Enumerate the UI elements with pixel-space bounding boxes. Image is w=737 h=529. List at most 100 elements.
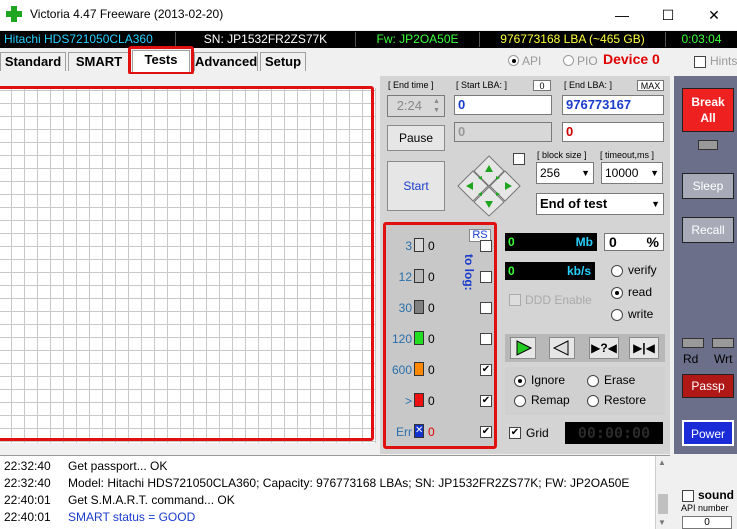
block-label: 600 (391, 363, 412, 377)
log-time: 22:40:01 (4, 493, 51, 507)
write-radio[interactable] (611, 309, 623, 321)
grid-checkbox[interactable]: ✔ (509, 427, 521, 439)
block-log-checkbox[interactable]: ✔ (480, 364, 492, 376)
log-message: SMART status = GOOD (68, 510, 196, 524)
block-row: 30 (386, 236, 496, 256)
block-color-bar (414, 362, 424, 376)
pause-button[interactable]: Pause (387, 125, 445, 151)
block-log-checkbox[interactable] (480, 333, 492, 345)
scroll-down-icon[interactable]: ▼ (658, 518, 666, 527)
percent-unit: % (646, 234, 659, 250)
block-label: 12 (398, 270, 412, 284)
tab-standard[interactable]: Standard (0, 52, 66, 71)
start-lba-counter[interactable]: 0 (533, 80, 551, 91)
rd-indicator (682, 338, 704, 348)
block-log-checkbox[interactable]: ✔ (480, 426, 492, 438)
close-button[interactable]: ✕ (691, 0, 737, 30)
api-number-field[interactable]: 0 (682, 516, 732, 529)
block-count: 0 (428, 332, 435, 346)
block-log-checkbox[interactable]: ✔ (480, 395, 492, 407)
timeout-select[interactable]: 10000 ▼ (601, 162, 663, 184)
wrt-label: Wrt (714, 352, 733, 366)
end-action-value: End of test (540, 196, 608, 211)
block-log-checkbox[interactable] (480, 302, 492, 314)
end-lba-field[interactable]: 976773167 (562, 95, 664, 115)
log-row: 22:40:01 Get S.M.A.R.T. command... OK (4, 492, 235, 509)
start-lba-field[interactable]: 0 (454, 95, 552, 115)
right-button-column: Break All Sleep Recall Rd Wrt Passp Power (674, 76, 737, 454)
kbs-readout: 0 kb/s (505, 262, 595, 280)
drive-firmware: Fw: JP2OA50E (356, 32, 480, 47)
erase-radio[interactable] (587, 375, 599, 387)
block-row: >0 ✔ (386, 391, 496, 411)
log-message: Get passport... OK (68, 459, 168, 473)
log-time: 22:32:40 (4, 459, 51, 473)
chevron-down-icon: ▼ (650, 168, 659, 178)
log-panel[interactable]: 22:32:40 Get passport... OK 22:32:40 Model:… (0, 455, 670, 529)
recall-button[interactable]: Recall (682, 217, 734, 243)
device-label: Device 0 (603, 51, 660, 67)
log-message: Model: Hitachi HDS721050CLA360; Capacity… (68, 476, 630, 490)
log-scrollbar[interactable]: ▲ ▼ (655, 456, 670, 529)
sleep-button[interactable]: Sleep (682, 173, 734, 199)
wrt-indicator (712, 338, 734, 348)
drive-model: Hitachi HDS721050CLA360 (0, 32, 176, 47)
ignore-label: Ignore (531, 373, 566, 387)
random-seek-button[interactable]: ▶?◀ (589, 337, 619, 359)
pio-radio[interactable] (563, 55, 574, 66)
butterfly-button[interactable]: ▶|◀ (629, 337, 659, 359)
play-forward-button[interactable] (510, 337, 536, 359)
timeout-value: 10000 (605, 166, 639, 180)
block-label: 3 (405, 239, 412, 253)
minimize-button[interactable]: — (599, 0, 645, 30)
end-time-spinner[interactable]: ▲ ▼ (430, 97, 443, 115)
restore-radio[interactable] (587, 395, 599, 407)
block-label: > (404, 394, 412, 408)
maximize-button[interactable]: ☐ (645, 0, 691, 30)
block-count: 0 (428, 394, 435, 408)
victoria-cross-icon (6, 6, 22, 22)
nav-checkbox[interactable] (513, 153, 525, 165)
block-count: 0 (428, 301, 435, 315)
end-action-select[interactable]: End of test ▼ (536, 193, 664, 215)
block-log-checkbox[interactable] (480, 271, 492, 283)
remap-label: Remap (531, 393, 570, 407)
block-size-select[interactable]: 256 ▼ (536, 162, 594, 184)
tab-smart[interactable]: SMART (68, 52, 130, 71)
tab-advanced[interactable]: Advanced (194, 52, 258, 71)
read-radio[interactable] (611, 287, 623, 299)
sound-checkbox[interactable] (682, 490, 694, 502)
grid-label: Grid (526, 426, 549, 440)
remap-radio[interactable] (514, 395, 526, 407)
second-lba-field: 0 (562, 122, 664, 142)
mb-unit: Mb (575, 235, 593, 249)
break-all-button[interactable]: Break All (682, 88, 734, 132)
api-label: API (522, 54, 542, 68)
log-time: 22:32:40 (4, 476, 51, 490)
verify-radio[interactable] (611, 265, 623, 277)
timeout-label: [ timeout,ms ] (600, 150, 655, 160)
write-label: write (628, 307, 654, 321)
ignore-radio[interactable] (514, 375, 526, 387)
scroll-up-icon[interactable]: ▲ (658, 458, 666, 467)
chevron-down-icon: ▼ (581, 168, 590, 178)
mb-readout: 0 Mb (505, 233, 597, 251)
play-backward-button[interactable] (549, 337, 575, 359)
scroll-thumb[interactable] (658, 494, 668, 514)
title-bar: Victoria 4.47 Freeware (2013-02-20) — ☐ … (0, 0, 737, 30)
block-log-checkbox[interactable] (480, 240, 492, 252)
block-count: 0 (428, 425, 435, 439)
ddd-checkbox[interactable] (509, 294, 521, 306)
read-label: read (628, 285, 653, 299)
passp-button[interactable]: Passp (682, 374, 734, 398)
end-lba-max-button[interactable]: MAX (637, 80, 664, 91)
start-button[interactable]: Start (387, 161, 445, 211)
power-button[interactable]: Power (682, 420, 734, 446)
block-count: 0 (428, 270, 435, 284)
start-lba-label: [ Start LBA: ] (456, 80, 508, 90)
api-radio[interactable] (508, 55, 519, 66)
hints-checkbox[interactable] (694, 56, 706, 68)
erase-label: Erase (604, 373, 636, 387)
percent-value: 0 (609, 234, 617, 250)
tab-setup[interactable]: Setup (260, 52, 306, 71)
